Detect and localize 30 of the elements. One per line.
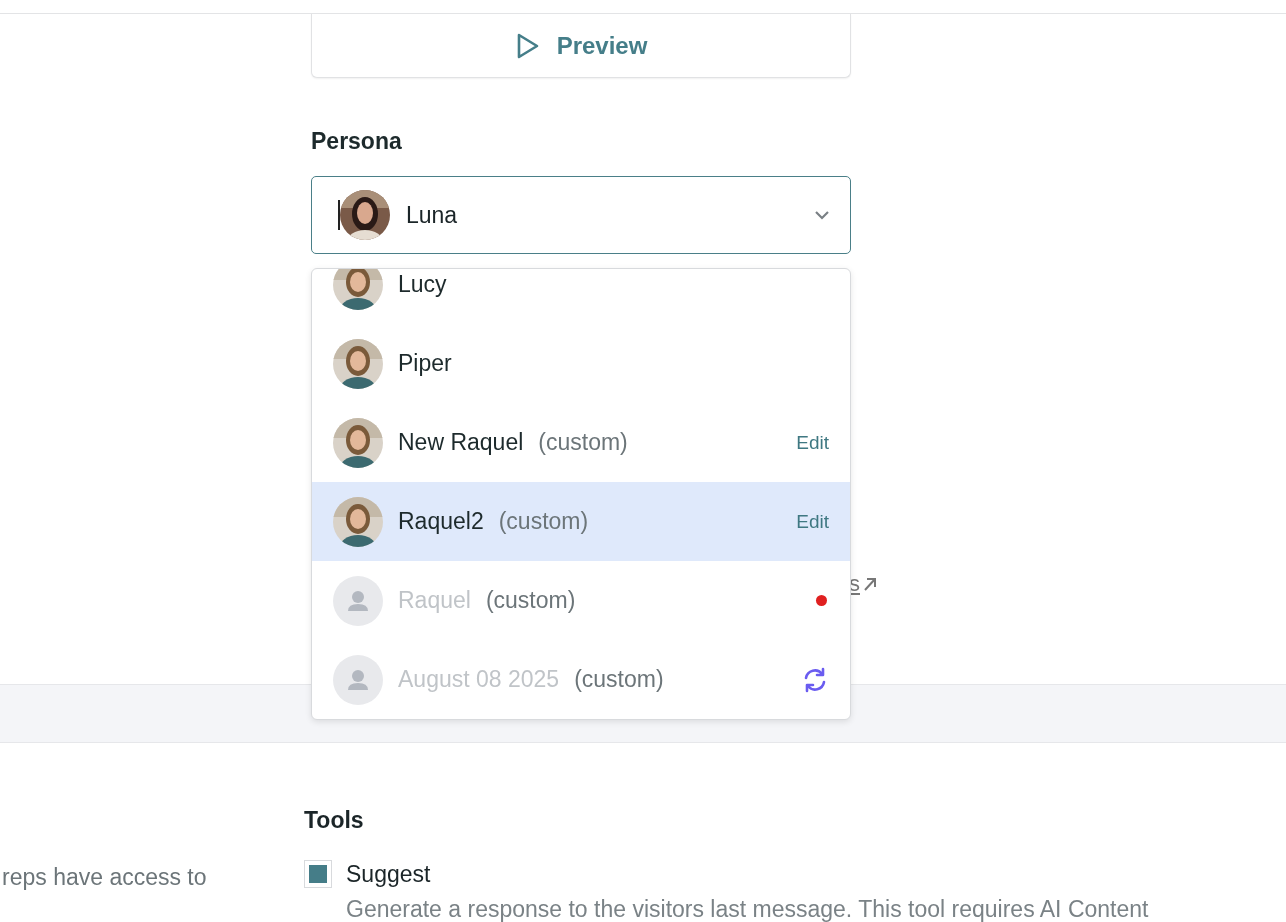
edit-link[interactable]: Edit [796, 510, 829, 533]
tool-description: Generate a response to the visitors last message. This tool requires AI Content [346, 896, 1149, 922]
status-dot [816, 595, 827, 606]
tools-heading: Tools [304, 806, 365, 834]
chevron-down-icon [814, 210, 830, 220]
tool-label: Suggest [346, 860, 432, 888]
custom-tag: (custom) [485, 587, 576, 614]
persona-name: Piper [398, 350, 452, 377]
persona-option[interactable]: Raquel2 (custom) Edit [312, 482, 850, 561]
select-value: Luna [406, 201, 458, 229]
custom-tag: (custom) [498, 508, 589, 535]
checkbox[interactable] [304, 860, 332, 888]
persona-option[interactable]: Piper [312, 324, 850, 403]
persona-name: New Raquel [398, 429, 524, 456]
persona-name: August 08 2025 [398, 666, 560, 693]
edit-link[interactable]: Edit [796, 431, 829, 454]
custom-tag: (custom) [538, 429, 628, 456]
description-text: reps have access to [2, 864, 208, 892]
persona-label: Persona [311, 127, 403, 155]
custom-tag: (custom) [574, 666, 664, 693]
person-icon [333, 575, 383, 626]
persona-option[interactable]: New Raquel (custom) Edit [312, 403, 850, 482]
persona-select[interactable]: Luna [311, 176, 851, 254]
persona-name: Raquel2 [398, 508, 484, 535]
persona-name: Raquel [398, 587, 471, 614]
preview-button[interactable]: Preview [311, 14, 851, 78]
external-link-icon [862, 576, 878, 592]
persona-option[interactable]: Lucy [312, 269, 850, 324]
persona-name: Lucy [398, 271, 447, 298]
person-icon [333, 654, 383, 705]
